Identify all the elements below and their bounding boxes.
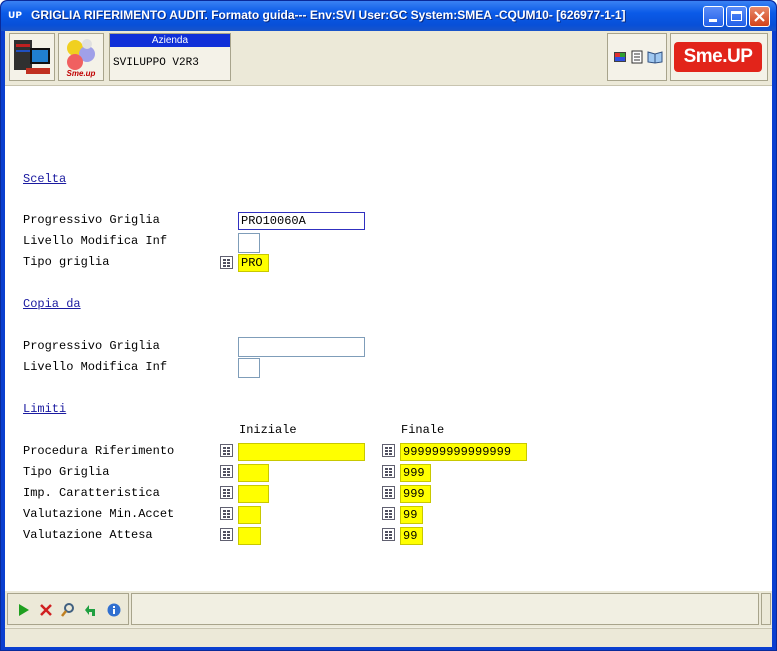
toolbar: Sme.up Azienda SVILUPPO V2R3 Sme.UP: [5, 31, 772, 86]
limiti-row-label: Valutazione Min.Accet: [23, 507, 175, 521]
smeup-logo-icon: Sme.up: [67, 39, 96, 78]
copia-livello-input[interactable]: [238, 358, 260, 378]
lookup-icon[interactable]: [220, 256, 233, 269]
lookup-icon[interactable]: [220, 528, 233, 541]
scelta-tipo-label: Tipo griglia: [23, 255, 110, 269]
limiti-row-label: Valutazione Attesa: [23, 528, 153, 542]
azienda-value: SVILUPPO V2R3: [113, 57, 199, 69]
limiti-finale-input[interactable]: 999: [400, 485, 431, 503]
smeup-home-button[interactable]: Sme.up: [58, 33, 104, 81]
limiti-iniziale-input[interactable]: [238, 464, 269, 482]
limiti-finale-input[interactable]: 999999999999999: [400, 443, 527, 461]
message-area: [131, 593, 759, 625]
limiti-finale-input[interactable]: 99: [400, 506, 423, 524]
limiti-finale-input[interactable]: 99: [400, 527, 423, 545]
limiti-iniziale-input[interactable]: [238, 443, 365, 461]
lookup-icon[interactable]: [220, 465, 233, 478]
scelta-livello-input[interactable]: [238, 233, 260, 253]
notes-icon[interactable]: [630, 50, 644, 64]
window-title: GRIGLIA RIFERIMENTO AUDIT. Formato guida…: [31, 8, 626, 22]
limiti-iniziale-input[interactable]: [238, 506, 261, 524]
limiti-row-label: Imp. Caratteristica: [23, 486, 160, 500]
minimize-icon: [709, 19, 717, 22]
return-icon[interactable]: [83, 602, 99, 618]
maximize-icon: [731, 11, 742, 21]
lookup-icon[interactable]: [382, 507, 395, 520]
scelta-progressivo-input[interactable]: PRO10060A: [238, 212, 365, 230]
scelta-livello-label: Livello Modifica Inf: [23, 234, 168, 248]
col-iniziale-header: Iniziale: [239, 423, 297, 437]
computer-button[interactable]: [9, 33, 55, 81]
play-icon[interactable]: [16, 602, 32, 618]
copia-progressivo-input[interactable]: [238, 337, 365, 357]
scelta-tipo-input[interactable]: PRO: [238, 254, 269, 272]
status-bar: [5, 628, 772, 647]
lookup-icon[interactable]: [382, 486, 395, 499]
bottom-toolbar: [5, 591, 772, 627]
scelta-progressivo-label: Progressivo Griglia: [23, 213, 160, 227]
computer-icon: [14, 40, 50, 74]
limiti-iniziale-input[interactable]: [238, 527, 261, 545]
utility-buttons: [607, 33, 667, 81]
copia-livello-label: Livello Modifica Inf: [23, 360, 168, 374]
limiti-finale-input[interactable]: 999: [400, 464, 431, 482]
maximize-button[interactable]: [726, 6, 747, 27]
section-scelta: Scelta: [23, 172, 67, 186]
azienda-box: Azienda SVILUPPO V2R3: [109, 33, 231, 81]
book-icon[interactable]: [647, 50, 663, 64]
title-bar[interactable]: UP GRIGLIA RIFERIMENTO AUDIT. Formato gu…: [1, 1, 776, 31]
lookup-icon[interactable]: [220, 444, 233, 457]
smeup-brand: Sme.UP: [670, 33, 768, 81]
limiti-iniziale-input[interactable]: [238, 485, 269, 503]
minimize-button[interactable]: [703, 6, 724, 27]
limiti-row-label: Tipo Griglia: [23, 465, 110, 479]
section-limiti: Limiti: [23, 402, 67, 416]
lookup-icon[interactable]: [382, 528, 395, 541]
palette-icon[interactable]: [613, 50, 627, 64]
azienda-label: Azienda: [110, 34, 230, 47]
search-icon[interactable]: [60, 602, 76, 618]
client-area: Sme.up Azienda SVILUPPO V2R3 Sme.UP Scel…: [5, 31, 772, 647]
app-icon: UP: [8, 11, 22, 21]
lookup-icon[interactable]: [220, 507, 233, 520]
info-icon[interactable]: [106, 602, 122, 618]
limiti-row-label: Procedura Riferimento: [23, 444, 175, 458]
command-icons: [7, 593, 129, 625]
col-finale-header: Finale: [401, 423, 445, 437]
bottom-right-panel: [761, 593, 771, 625]
close-icon: [754, 11, 765, 22]
lookup-icon[interactable]: [220, 486, 233, 499]
lookup-icon[interactable]: [382, 465, 395, 478]
app-window: UP GRIGLIA RIFERIMENTO AUDIT. Formato gu…: [0, 0, 777, 651]
section-copia-da: Copia da: [23, 297, 81, 311]
smeup-brand-logo: Sme.UP: [674, 42, 762, 72]
form-area: Scelta Progressivo Griglia PRO10060A Liv…: [5, 86, 772, 591]
svg-text:Sme.up: Sme.up: [67, 69, 96, 78]
lookup-icon[interactable]: [382, 444, 395, 457]
close-button[interactable]: [749, 6, 770, 27]
cancel-icon[interactable]: [38, 602, 54, 618]
copia-progressivo-label: Progressivo Griglia: [23, 339, 160, 353]
